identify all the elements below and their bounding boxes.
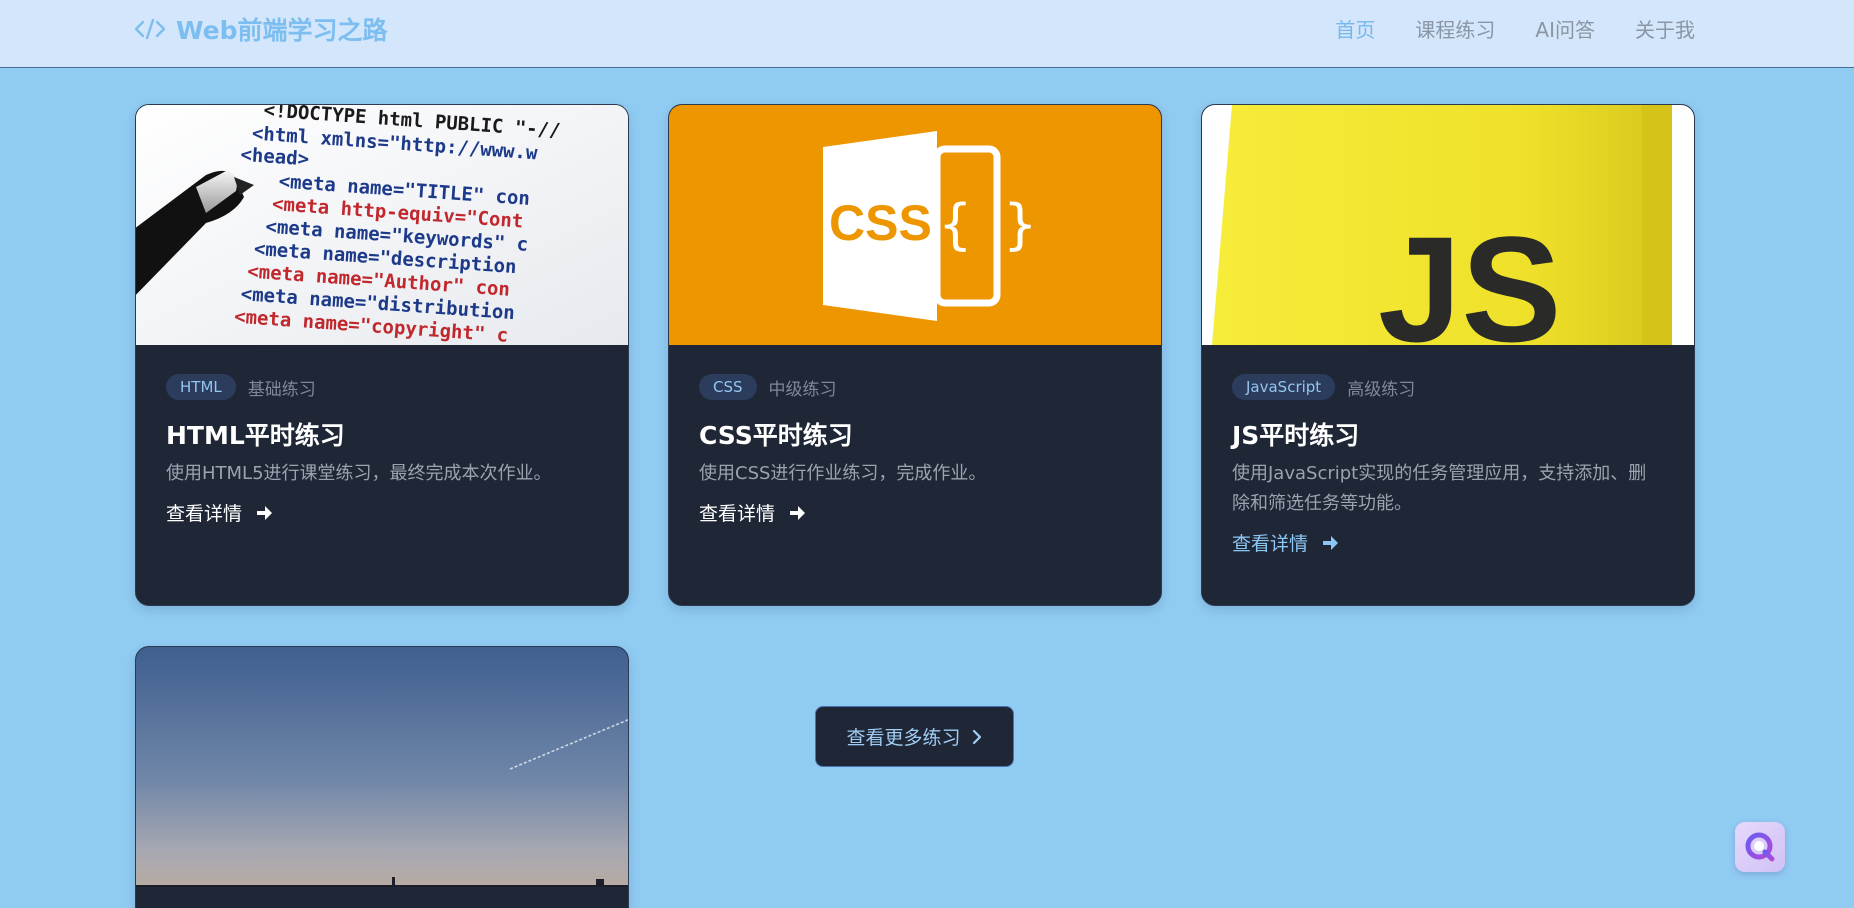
nav-menu: 首页 课程练习 AI问答 关于我 <box>1335 14 1695 42</box>
level-label: 基础练习 <box>247 379 316 400</box>
level-label: 高级练习 <box>1347 379 1416 400</box>
tag-badge: HTML <box>166 374 236 400</box>
arrow-right-icon <box>257 505 273 520</box>
nav-item-courses[interactable]: 课程练习 <box>1415 14 1495 43</box>
svg-text:{ }: { } <box>939 193 1037 256</box>
card-title: HTML平时练习 <box>166 421 345 450</box>
arrow-right-icon <box>1323 535 1339 550</box>
practice-card-js: JS JavaScript 高级练习 JS平时练习 使用JavaScript实现… <box>1201 104 1695 606</box>
js-logo-illustration: JS <box>1212 105 1672 345</box>
card-description: 使用CSS进行作业练习，完成作业。 <box>699 463 987 484</box>
tag-badge: CSS <box>699 374 757 400</box>
card-description: 使用JavaScript实现的任务管理应用，支持添加、删除和筛选任务等功能。 <box>1232 463 1647 514</box>
view-more-practice-button[interactable]: 查看更多练习 <box>815 706 1014 767</box>
view-details-label: 查看详情 <box>1232 533 1309 555</box>
sky-illustration <box>136 647 628 887</box>
practice-card-sky <box>135 646 629 908</box>
html-code-image: <!DOCTYPE html PUBLIC "-// <html xmlns="… <box>136 105 628 345</box>
view-details-label: 查看详情 <box>699 503 776 525</box>
brand-logo[interactable]: Web前端学习之路 <box>134 12 388 46</box>
nav-item-ai-qa[interactable]: AI问答 <box>1535 14 1595 43</box>
card-title: CSS平时练习 <box>699 421 853 450</box>
assistant-icon <box>1745 832 1775 862</box>
js-logo-image: JS <box>1202 105 1694 345</box>
svg-text:JS: JS <box>1378 205 1561 345</box>
css-logo-image: CSS { } <box>669 105 1161 345</box>
chevron-right-icon <box>972 729 981 744</box>
css-logo-illustration: CSS { } <box>823 131 1037 321</box>
svg-text:CSS: CSS <box>829 195 932 251</box>
nav-item-about[interactable]: 关于我 <box>1635 14 1695 43</box>
view-details-link[interactable]: 查看详情 <box>699 499 807 526</box>
code-icon <box>134 18 166 40</box>
nav-item-home[interactable]: 首页 <box>1335 14 1375 43</box>
level-label: 中级练习 <box>768 379 837 400</box>
evening-sky-image <box>136 647 628 887</box>
top-navbar: Web前端学习之路 首页 课程练习 AI问答 关于我 <box>0 0 1854 68</box>
html-code-illustration: <!DOCTYPE html PUBLIC "-// <html xmlns="… <box>136 105 628 345</box>
card-title: JS平时练习 <box>1232 421 1360 450</box>
view-details-link[interactable]: 查看详情 <box>166 499 274 526</box>
card-description: 使用HTML5进行课堂练习，最终完成本次作业。 <box>166 463 552 484</box>
arrow-right-icon <box>790 505 806 520</box>
brand-title: Web前端学习之路 <box>176 16 388 45</box>
tag-badge: JavaScript <box>1232 374 1336 400</box>
view-details-link[interactable]: 查看详情 <box>1232 529 1340 556</box>
practice-card-html: <!DOCTYPE html PUBLIC "-// <html xmlns="… <box>135 104 629 606</box>
assistant-float-button[interactable] <box>1735 822 1785 872</box>
view-details-label: 查看详情 <box>166 503 243 525</box>
practice-card-css: CSS { } CSS 中级练习 CSS平时练习 使用CSS进行作业练习，完成作… <box>668 104 1162 606</box>
view-more-label: 查看更多练习 <box>846 727 961 749</box>
